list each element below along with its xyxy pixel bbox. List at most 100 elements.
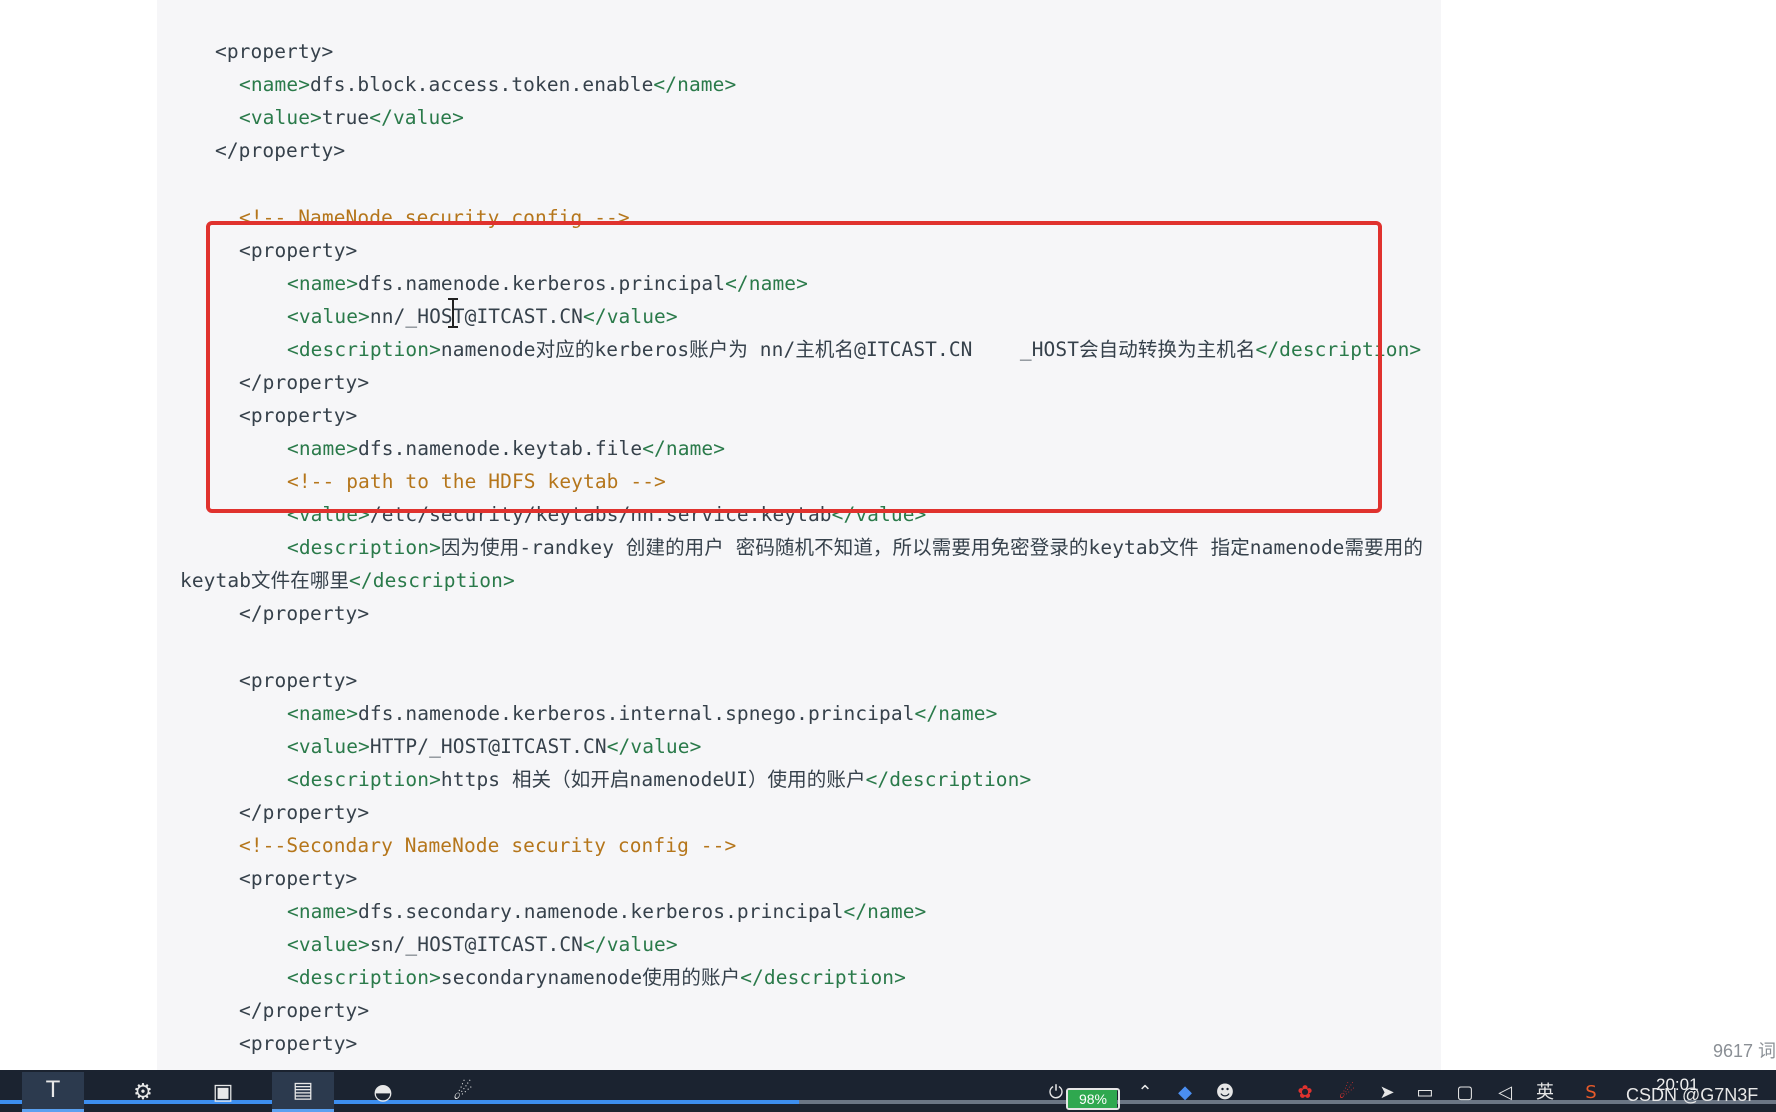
code-line: </property> (239, 366, 369, 399)
code-tag: </description> (740, 966, 906, 989)
code-line: <name>dfs.namenode.kerberos.internal.spn… (287, 697, 997, 730)
code-tag: </property> (239, 371, 370, 394)
code-tag: <name> (287, 702, 359, 725)
battery-small-icon[interactable]: ▭ (1412, 1078, 1438, 1108)
code-tag: <name> (287, 900, 359, 923)
code-tag: <property> (239, 404, 358, 427)
code-text: dfs.namenode.kerberos.internal.spnego.pr… (358, 702, 915, 725)
input-method-indicator[interactable]: 英 (1532, 1078, 1558, 1108)
code-line: <property> (239, 234, 357, 267)
code-text: dfs.namenode.kerberos.principal (358, 272, 726, 295)
code-tag: </description> (349, 569, 515, 592)
code-line: <description>https 相关（如开启namenodeUI）使用的账… (287, 763, 1031, 796)
pen-icon[interactable]: ◆ (1172, 1078, 1198, 1108)
code-line: <property> (239, 862, 357, 895)
code-tag: <property> (239, 669, 358, 692)
code-line: <property> (239, 1027, 357, 1060)
power-plug-icon: ⏻ (1048, 1082, 1064, 1103)
code-text: nn/_HOST@ITCAST.CN (369, 305, 584, 328)
app-red-icon[interactable]: ☄ (432, 1072, 494, 1112)
code-tag: <name> (287, 437, 359, 460)
code-text: keytab文件在哪里 (180, 569, 350, 592)
code-text: /etc/security/keytabs/nn.service.keytab (369, 503, 832, 526)
code-line: <property> (239, 664, 357, 697)
code-tag: </value> (583, 305, 678, 328)
code-tag: <property> (215, 40, 334, 63)
code-line: <description>namenode对应的kerberos账户为 nn/主… (287, 333, 1421, 366)
code-line: <!--Secondary NameNode security config -… (239, 829, 736, 862)
code-tag: <description> (287, 338, 441, 361)
code-line: <value>HTTP/_HOST@ITCAST.CN</value> (287, 730, 701, 763)
battery-indicator[interactable]: 98% (1066, 1088, 1120, 1110)
app-orange-icon[interactable]: ▣ (192, 1072, 254, 1112)
code-line: <!-- path to the HDFS keytab --> (287, 465, 666, 498)
code-line: <property> (239, 399, 357, 432)
text-cursor-icon (448, 298, 458, 328)
code-block: <property> <name>dfs.block.access.token.e… (157, 0, 1441, 1070)
code-line: <description>因为使用-randkey 创建的用户 密码随机不知道，… (287, 531, 1423, 564)
code-text: dfs.namenode.keytab.file (358, 437, 643, 460)
code-comment: <!-- NameNode security config --> (239, 206, 630, 229)
code-text: 因为使用-randkey 创建的用户 密码随机不知道，所以需要用免密登录的key… (440, 536, 1423, 559)
code-tag: <description> (287, 536, 441, 559)
code-comment: <!-- path to the HDFS keytab --> (287, 470, 666, 493)
app-bird-icon[interactable]: ◓ (352, 1072, 414, 1112)
code-line: <value>sn/_HOST@ITCAST.CN</value> (287, 928, 678, 961)
code-text: HTTP/_HOST@ITCAST.CN (369, 735, 607, 758)
code-tag: </description> (865, 768, 1032, 791)
code-line: <value>true</value> (239, 101, 464, 134)
code-tag: </name> (642, 437, 726, 460)
code-tag: <name> (287, 272, 359, 295)
code-text: sn/_HOST@ITCAST.CN (369, 933, 584, 956)
code-line: <value>/etc/security/keytabs/nn.service.… (287, 498, 926, 531)
code-tag: </name> (653, 73, 737, 96)
code-tag: <description> (287, 966, 441, 989)
code-line: keytab文件在哪里</description> (180, 564, 515, 597)
tray-red-app-icon[interactable]: ☄ (1334, 1078, 1360, 1108)
code-tag: </name> (843, 900, 927, 923)
code-tag: </value> (831, 503, 927, 526)
code-line: <name>dfs.namenode.keytab.file</name> (287, 432, 725, 465)
code-line: <name>dfs.block.access.token.enable</nam… (239, 68, 736, 101)
chevron-up-icon[interactable]: ⌃ (1134, 1078, 1156, 1108)
qq-penguin-icon[interactable]: ☻ (1212, 1078, 1238, 1108)
code-line: <name>dfs.secondary.namenode.kerberos.pr… (287, 895, 926, 928)
send-icon[interactable]: ➤ (1374, 1078, 1400, 1108)
code-line: </property> (239, 796, 369, 829)
code-tag: </property> (239, 801, 370, 824)
code-tag: </property> (239, 602, 370, 625)
code-line: </property> (239, 597, 369, 630)
volume-icon[interactable]: ◁ (1492, 1078, 1518, 1108)
code-tag: <property> (239, 867, 358, 890)
app-window-icon[interactable]: ▤ (272, 1072, 334, 1112)
code-tag: <property> (239, 239, 358, 262)
word-count: 9617 词 (1712, 1041, 1776, 1061)
code-tag: <name> (239, 73, 311, 96)
code-tag: <value> (287, 933, 370, 956)
watermark: CSDN @G7N3F (1626, 1085, 1759, 1105)
settings-gear-icon[interactable]: ⚙ (112, 1072, 174, 1112)
code-tag: </property> (239, 999, 370, 1022)
code-tag: </value> (369, 106, 464, 129)
code-tag: </name> (914, 702, 998, 725)
code-line: <description>secondarynamenode使用的账户</des… (287, 961, 906, 994)
code-line: <property> (215, 35, 333, 68)
code-tag: <property> (239, 1032, 358, 1055)
code-line: <!-- NameNode security config --> (239, 201, 630, 234)
app-t-icon[interactable]: T (22, 1072, 84, 1112)
network-icon[interactable]: ▢ (1452, 1078, 1478, 1108)
code-line: </property> (239, 994, 369, 1027)
code-text: secondarynamenode使用的账户 (440, 966, 741, 989)
battery-percent: 98% (1078, 1091, 1108, 1107)
code-tag: </description> (1255, 338, 1422, 361)
tray-red-icon[interactable]: ✿ (1292, 1078, 1318, 1108)
code-text: true (321, 106, 370, 129)
code-text: https 相关（如开启namenodeUI）使用的账户 (440, 768, 866, 791)
sogou-s-icon[interactable]: S (1578, 1078, 1604, 1108)
code-tag: </value> (583, 933, 678, 956)
code-line: <name>dfs.namenode.kerberos.principal</n… (287, 267, 808, 300)
code-text: namenode对应的kerberos账户为 nn/主机名@ITCAST.CN … (440, 338, 1256, 361)
code-tag: </name> (725, 272, 808, 295)
code-tag: <value> (287, 503, 370, 526)
code-comment: <!--Secondary NameNode security config -… (239, 834, 737, 857)
